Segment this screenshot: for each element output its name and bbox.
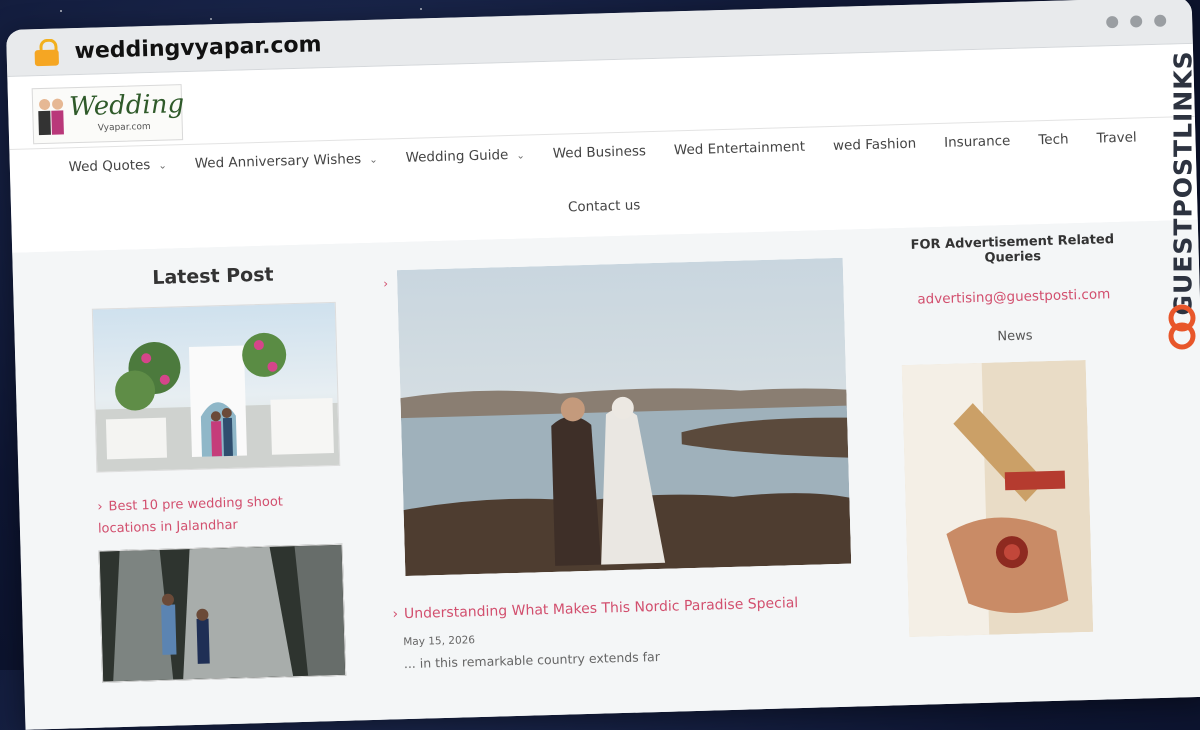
waterfall-photo-illustration — [99, 544, 346, 682]
chevron-right-icon: › — [97, 499, 103, 515]
chevron-down-icon: ⌄ — [158, 160, 167, 172]
featured-post-excerpt: ... in this remarkable country extends f… — [403, 648, 661, 672]
lock-icon — [34, 38, 61, 67]
window-dot-icon[interactable] — [1106, 15, 1119, 29]
logo-text: Wedding — [68, 89, 185, 123]
featured-post-date: May 15, 2026 — [403, 634, 476, 649]
featured-post: › › Understanding What Makes This Nordic… — [383, 248, 852, 671]
nav-item-wed-business[interactable]: Wed Business — [553, 143, 647, 162]
news-thumbnail[interactable] — [901, 359, 1094, 638]
nav-item-wed-anniversary-wishes[interactable]: Wed Anniversary Wishes ⌄ — [195, 151, 378, 172]
nav-item-wedding-guide[interactable]: Wedding Guide ⌄ — [405, 147, 525, 166]
site-logo[interactable]: Wedding Vyapar.com — [31, 84, 185, 145]
logo-subtext: Vyapar.com — [97, 121, 151, 134]
chevron-right-icon: › — [392, 606, 399, 623]
couple-by-sea-illustration — [396, 257, 852, 577]
nav-item-label: Insurance — [943, 133, 1011, 151]
advertisement-heading: FOR Advertisement Related Queries — [910, 232, 1115, 266]
chevron-down-icon: ⌄ — [369, 154, 378, 166]
nav-item-label: Wedding Guide — [405, 147, 509, 166]
latest-post-column: Latest Post › Best 10 pre wedding shoot … — [91, 262, 347, 683]
nav-item-label: Tech — [1038, 131, 1069, 149]
henna-hands-illustration — [901, 359, 1094, 638]
nav-item-tech[interactable]: Tech — [1038, 131, 1069, 148]
nav-item-wed-entertainment[interactable]: Wed Entertainment — [674, 139, 806, 159]
nav-item-travel[interactable]: Travel — [1096, 129, 1137, 146]
chain-link-icon — [1168, 304, 1196, 350]
chevron-down-icon: ⌄ — [516, 150, 525, 162]
latest-post-heading: Latest Post — [152, 263, 274, 290]
arch-photo-illustration — [95, 332, 340, 472]
nav-item-contact-us[interactable]: Contact us — [568, 197, 641, 215]
couple-logo-icon — [37, 94, 66, 137]
window-controls — [1106, 14, 1167, 29]
nav-item-wed-fashion[interactable]: wed Fashion — [833, 136, 917, 154]
nav-item-insurance[interactable]: Insurance — [944, 133, 1011, 151]
post-link-text: Best 10 pre wedding shoot locations in J… — [97, 494, 284, 537]
news-heading: News — [997, 328, 1033, 345]
post-thumbnail-arch[interactable] — [91, 301, 341, 473]
post-thumbnail-waterfall[interactable] — [98, 543, 347, 683]
nav-item-label: Wed Anniversary Wishes — [194, 151, 362, 172]
featured-post-link[interactable]: › Understanding What Makes This Nordic Pa… — [392, 595, 798, 622]
sidebar-right: FOR Advertisement Related Queries advert… — [892, 232, 1143, 638]
badge-text: GUESTPOSTLINKS — [1168, 50, 1198, 316]
featured-post-title: Understanding What Makes This Nordic Par… — [403, 595, 799, 623]
site-header: Wedding Vyapar.com Wed Quotes ⌄ Wed Annive… — [7, 43, 1198, 253]
guestpostlinks-badge: GUESTPOSTLINKS — [1166, 50, 1200, 354]
main-content: Latest Post › Best 10 pre wedding shoot … — [12, 219, 1200, 730]
advertising-email-link[interactable]: advertising@guestposti.com — [894, 286, 1134, 309]
nav-item-label: wed Fashion — [832, 135, 917, 154]
nav-item-label: Wed Quotes — [68, 157, 151, 176]
browser-window: weddingvyapar.com Wedding Vyapar.com Wed… — [6, 0, 1200, 730]
nav-item-wed-quotes[interactable]: Wed Quotes ⌄ — [68, 157, 167, 176]
address-bar-url[interactable]: weddingvyapar.com — [74, 32, 322, 64]
nav-item-label: Travel — [1096, 129, 1137, 147]
featured-post-image[interactable] — [396, 257, 852, 577]
window-dot-icon[interactable] — [1154, 14, 1167, 27]
chevron-right-icon: › — [383, 276, 389, 291]
window-dot-icon[interactable] — [1130, 15, 1143, 28]
nav-item-label: Wed Entertainment — [673, 138, 806, 159]
post-link[interactable]: › Best 10 pre wedding shoot locations in … — [97, 490, 342, 541]
nav-item-label: Wed Business — [552, 143, 647, 162]
nav-row: Wed Quotes ⌄ Wed Anniversary Wishes ⌄ Weddin… — [10, 128, 1196, 177]
